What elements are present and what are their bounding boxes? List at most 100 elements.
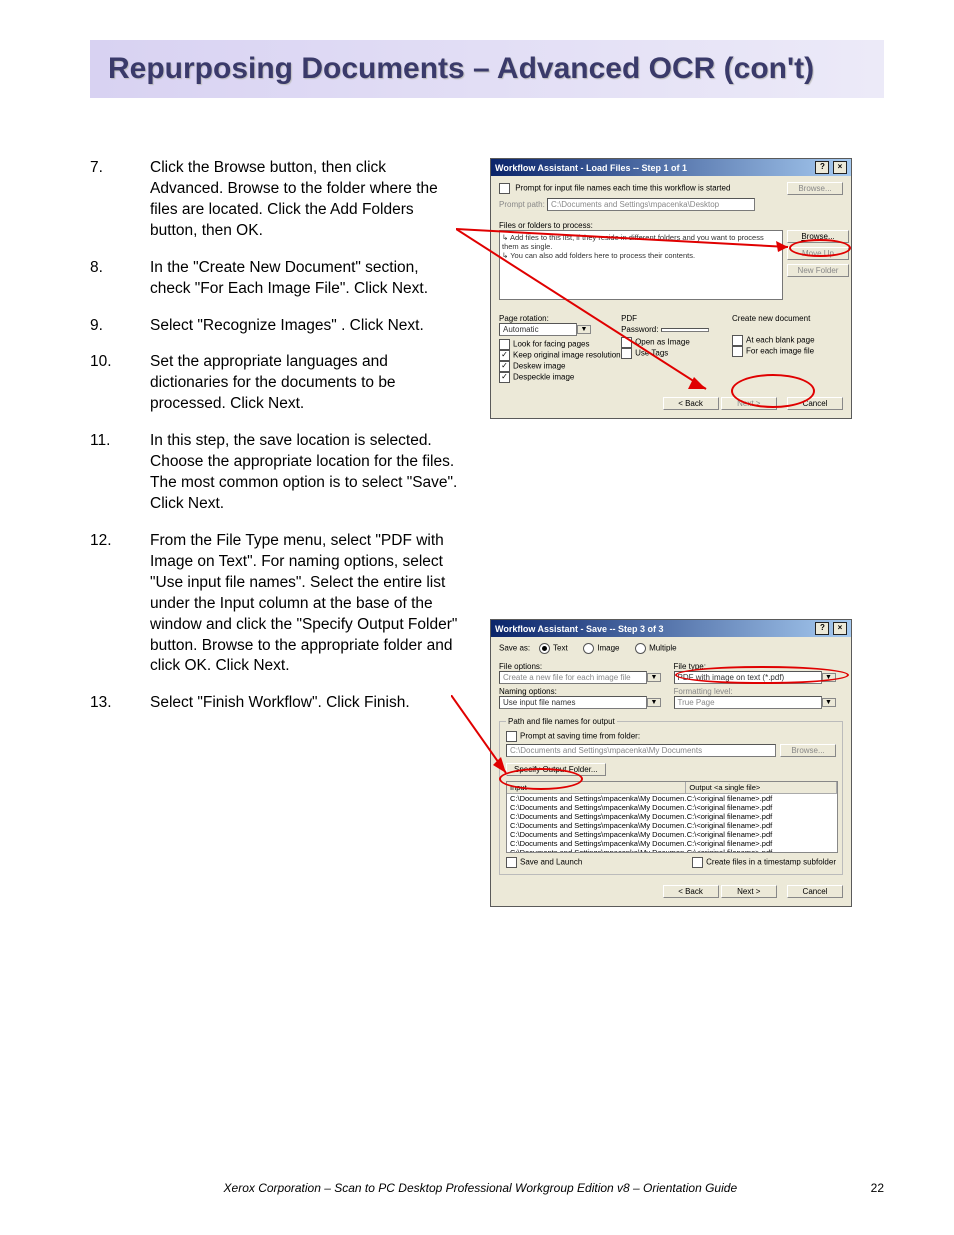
save-as-text-label: Text bbox=[553, 644, 568, 653]
output-path-input[interactable]: C:\Documents and Settings\mpacenka\My Do… bbox=[506, 744, 776, 757]
save-launch-checkbox[interactable] bbox=[506, 857, 517, 868]
step-8: In the "Create New Document" section, ch… bbox=[90, 258, 460, 300]
file-type-select[interactable]: PDF with image on text (*.pdf) bbox=[674, 671, 822, 684]
table-row: C:\Documents and Settings\mpacenka\My Do… bbox=[510, 812, 687, 821]
files-to-process-label: Files or folders to process: bbox=[499, 221, 843, 230]
at-each-blank-label: At each blank page bbox=[746, 336, 815, 345]
step-9: Select "Recognize Images" . Click Next. bbox=[90, 316, 460, 337]
file-options-select[interactable]: Create a new file for each image file bbox=[499, 671, 647, 684]
keep-res-label: Keep original image resolution bbox=[513, 351, 621, 360]
help-icon[interactable]: ? bbox=[815, 161, 829, 174]
page-rotation-select[interactable]: Automatic bbox=[499, 323, 577, 336]
col-output-header: Output <a single file> bbox=[686, 782, 837, 793]
output-files-table[interactable]: Input Output <a single file> C:\Document… bbox=[506, 781, 838, 853]
file-options-label: File options: bbox=[499, 662, 669, 671]
file-type-label: File type: bbox=[674, 662, 844, 671]
table-row: C:\Documents and Settings\mpacenka\My Do… bbox=[510, 839, 687, 848]
naming-options-select[interactable]: Use input file names bbox=[499, 696, 647, 709]
keep-res-checkbox[interactable] bbox=[499, 350, 510, 361]
new-folder-button[interactable]: New Folder bbox=[787, 264, 849, 277]
table-row: C:\<original filename>.pdf bbox=[687, 830, 834, 839]
prompt-workflow-label: Prompt for input file names each time th… bbox=[515, 184, 730, 193]
naming-options-label: Naming options: bbox=[499, 687, 669, 696]
timestamp-label: Create files in a timestamp subfolder bbox=[706, 858, 836, 867]
despeckle-label: Despeckle image bbox=[513, 373, 574, 382]
hint-add-files: Add files to this list, if they reside i… bbox=[502, 233, 764, 251]
cancel-button[interactable]: Cancel bbox=[787, 885, 843, 898]
page-title-bar: Repurposing Documents – Advanced OCR (co… bbox=[90, 40, 884, 98]
for-each-image-checkbox[interactable] bbox=[732, 346, 743, 357]
at-each-blank-checkbox[interactable] bbox=[732, 335, 743, 346]
move-up-button[interactable]: Move Up bbox=[787, 247, 849, 260]
specify-output-folder-button[interactable]: Specify Output Folder... bbox=[506, 763, 606, 776]
browse-files-label: Browse... bbox=[801, 232, 834, 241]
chevron-down-icon[interactable]: ▼ bbox=[647, 698, 661, 707]
step-12: From the File Type menu, select "PDF wit… bbox=[90, 531, 460, 677]
table-row: C:\Documents and Settings\mpacenka\My Do… bbox=[510, 794, 687, 803]
formatting-level-label: Formatting level: bbox=[674, 687, 844, 696]
formatting-level-select[interactable]: True Page bbox=[674, 696, 822, 709]
open-as-image-label: Open as Image bbox=[635, 338, 690, 347]
look-facing-checkbox[interactable] bbox=[499, 339, 510, 350]
save-launch-label: Save and Launch bbox=[520, 858, 582, 867]
page-number: 22 bbox=[871, 1181, 884, 1195]
close-icon[interactable]: × bbox=[833, 622, 847, 635]
dialog1-titlebar: Workflow Assistant - Load Files -- Step … bbox=[491, 159, 851, 176]
dialog2-titlebar: Workflow Assistant - Save -- Step 3 of 3… bbox=[491, 620, 851, 637]
prompt-path-input[interactable]: C:\Documents and Settings\mpacenka\Deskt… bbox=[547, 198, 755, 211]
step-11: In this step, the save location is selec… bbox=[90, 431, 460, 515]
chevron-down-icon[interactable]: ▼ bbox=[822, 673, 836, 682]
look-facing-label: Look for facing pages bbox=[513, 340, 590, 349]
chevron-down-icon[interactable]: ▼ bbox=[822, 698, 836, 707]
prompt-path-label: Prompt path: bbox=[499, 200, 545, 209]
screenshots-column: Workflow Assistant - Load Files -- Step … bbox=[460, 158, 884, 1107]
table-row: C:\Documents and Settings\mpacenka\My Do… bbox=[510, 848, 687, 853]
save-as-label: Save as: bbox=[499, 644, 530, 653]
browse-files-button[interactable]: Browse... bbox=[787, 230, 849, 243]
table-row: C:\<original filename>.pdf bbox=[687, 812, 834, 821]
pdf-password-input[interactable] bbox=[661, 328, 709, 332]
chevron-down-icon[interactable]: ▼ bbox=[647, 673, 661, 682]
table-row: C:\<original filename>.pdf bbox=[687, 821, 834, 830]
table-row: C:\Documents and Settings\mpacenka\My Do… bbox=[510, 821, 687, 830]
prompt-save-time-checkbox[interactable] bbox=[506, 731, 517, 742]
help-icon[interactable]: ? bbox=[815, 622, 829, 635]
deskew-checkbox[interactable] bbox=[499, 361, 510, 372]
table-row: C:\<original filename>.pdf bbox=[687, 848, 834, 853]
steps-column: Click the Browse button, then click Adva… bbox=[90, 158, 460, 730]
close-icon[interactable]: × bbox=[833, 161, 847, 174]
save-as-multiple-label: Multiple bbox=[649, 644, 677, 653]
save-as-text-radio[interactable] bbox=[539, 643, 550, 654]
back-button[interactable]: < Back bbox=[663, 885, 719, 898]
step-10: Set the appropriate languages and dictio… bbox=[90, 352, 460, 415]
table-row: C:\<original filename>.pdf bbox=[687, 839, 834, 848]
step-7: Click the Browse button, then click Adva… bbox=[90, 158, 460, 242]
despeckle-checkbox[interactable] bbox=[499, 372, 510, 383]
browse-prompt-button[interactable]: Browse... bbox=[787, 182, 843, 195]
back-button[interactable]: < Back bbox=[663, 397, 719, 410]
chevron-down-icon[interactable]: ▼ bbox=[577, 325, 591, 334]
save-as-multiple-radio[interactable] bbox=[635, 643, 646, 654]
prompt-save-time-label: Prompt at saving time from folder: bbox=[520, 732, 640, 741]
next-button[interactable]: Next > bbox=[721, 397, 777, 410]
output-path-group-label: Path and file names for output bbox=[506, 717, 617, 726]
use-tags-label: Use Tags bbox=[635, 349, 668, 358]
table-row: C:\<original filename>.pdf bbox=[687, 794, 834, 803]
table-row: C:\<original filename>.pdf bbox=[687, 803, 834, 812]
page-rotation-label: Page rotation: bbox=[499, 314, 621, 323]
open-as-image-checkbox[interactable] bbox=[621, 337, 632, 348]
next-button[interactable]: Next > bbox=[721, 885, 777, 898]
page-title: Repurposing Documents – Advanced OCR (co… bbox=[108, 52, 814, 85]
table-row: C:\Documents and Settings\mpacenka\My Do… bbox=[510, 803, 687, 812]
browse-output-button[interactable]: Browse... bbox=[780, 744, 836, 757]
save-as-image-radio[interactable] bbox=[583, 643, 594, 654]
timestamp-checkbox[interactable] bbox=[692, 857, 703, 868]
dialog1-title: Workflow Assistant - Load Files -- Step … bbox=[495, 163, 687, 173]
col-input-header: Input bbox=[507, 782, 686, 793]
prompt-workflow-checkbox[interactable] bbox=[499, 183, 510, 194]
cancel-button[interactable]: Cancel bbox=[787, 397, 843, 410]
pdf-label: PDF bbox=[621, 314, 732, 323]
save-as-image-label: Image bbox=[597, 644, 619, 653]
dialog-save: Workflow Assistant - Save -- Step 3 of 3… bbox=[490, 619, 852, 907]
use-tags-checkbox[interactable] bbox=[621, 348, 632, 359]
